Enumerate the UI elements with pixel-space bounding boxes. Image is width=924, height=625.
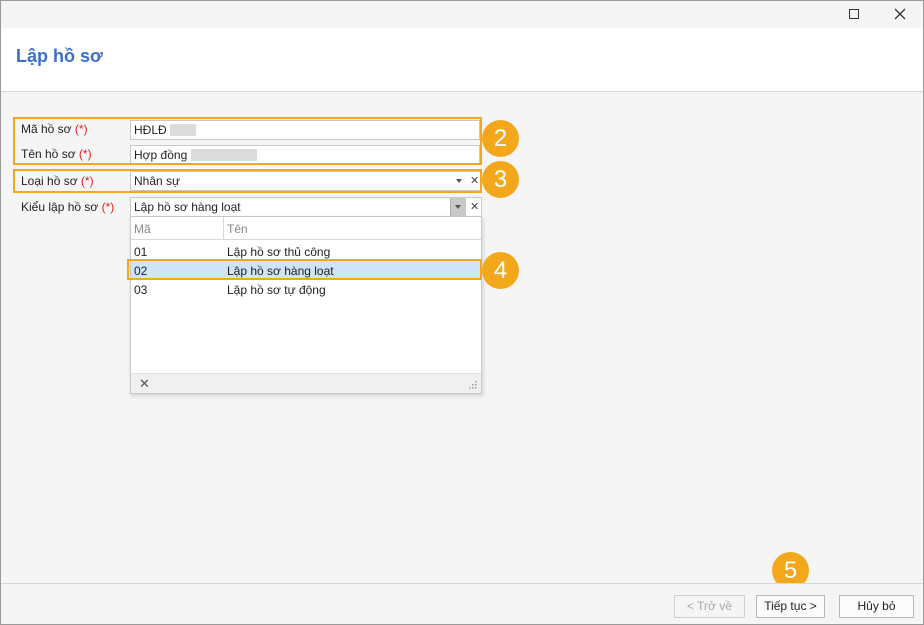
clear-icon[interactable]: ✕ — [139, 376, 150, 392]
callout-3: 3 — [482, 161, 519, 198]
ma-ho-so-label: Mã hồ sơ (*) — [21, 122, 88, 136]
chevron-down-icon[interactable] — [456, 179, 462, 183]
maximize-button[interactable] — [831, 1, 877, 28]
loai-ho-so-label: Loại hồ sơ (*) — [21, 174, 94, 188]
resize-grip-icon[interactable] — [468, 380, 477, 389]
next-button[interactable]: Tiếp tục > — [756, 595, 825, 618]
required-mark: (*) — [101, 200, 115, 214]
page-title: Lập hồ sơ — [16, 46, 103, 66]
callout-2: 2 — [482, 120, 519, 157]
kieu-lap-ho-so-combo[interactable]: Lập hồ sơ hàng loạt ✕ — [130, 197, 482, 217]
required-mark: (*) — [78, 147, 92, 161]
dropdown-row[interactable]: 01 Lập hồ sơ thủ công — [131, 242, 481, 261]
back-button[interactable]: < Trở về — [674, 595, 745, 618]
maximize-icon — [849, 9, 859, 19]
column-header-ma[interactable]: Mã — [134, 222, 151, 236]
clear-icon[interactable]: ✕ — [470, 198, 479, 216]
cancel-button[interactable]: Hủy bỏ — [839, 595, 914, 618]
required-mark: (*) — [80, 174, 94, 188]
column-separator — [223, 217, 224, 240]
dialog-window: Lập hồ sơ Mã hồ sơ (*) HĐLĐ Tên hồ sơ (*… — [0, 0, 924, 625]
required-mark: (*) — [74, 122, 88, 136]
wizard-header: Lập hồ sơ — [1, 28, 923, 92]
column-header-ten[interactable]: Tên — [227, 222, 248, 236]
loai-ho-so-combo[interactable]: Nhân sự ✕ — [130, 171, 482, 191]
redacted-block — [170, 124, 197, 136]
ten-ho-so-label: Tên hồ sơ (*) — [21, 147, 92, 161]
dropdown-header: Mã Tên — [131, 217, 481, 240]
dropdown-row-selected[interactable]: 02 Lập hồ sơ hàng loạt — [131, 261, 481, 280]
ten-ho-so-input[interactable]: Hợp đồng — [130, 145, 480, 165]
kieu-lap-ho-so-label: Kiểu lập hồ sơ (*) — [21, 200, 115, 214]
dropdown-footer: ✕ — [131, 373, 481, 393]
callout-4: 4 — [482, 252, 519, 289]
title-bar — [1, 1, 923, 28]
kieu-lap-ho-so-dropdown: Mã Tên 01 Lập hồ sơ thủ công 02 Lập hồ s… — [130, 216, 482, 394]
clear-icon[interactable]: ✕ — [470, 172, 479, 190]
close-icon — [894, 8, 906, 20]
redacted-block — [190, 149, 257, 161]
ma-ho-so-input[interactable]: HĐLĐ — [130, 120, 480, 140]
close-button[interactable] — [877, 1, 923, 28]
chevron-down-icon — [455, 205, 461, 209]
dropdown-button[interactable] — [450, 198, 466, 216]
dropdown-row[interactable]: 03 Lập hồ sơ tự động — [131, 280, 481, 299]
